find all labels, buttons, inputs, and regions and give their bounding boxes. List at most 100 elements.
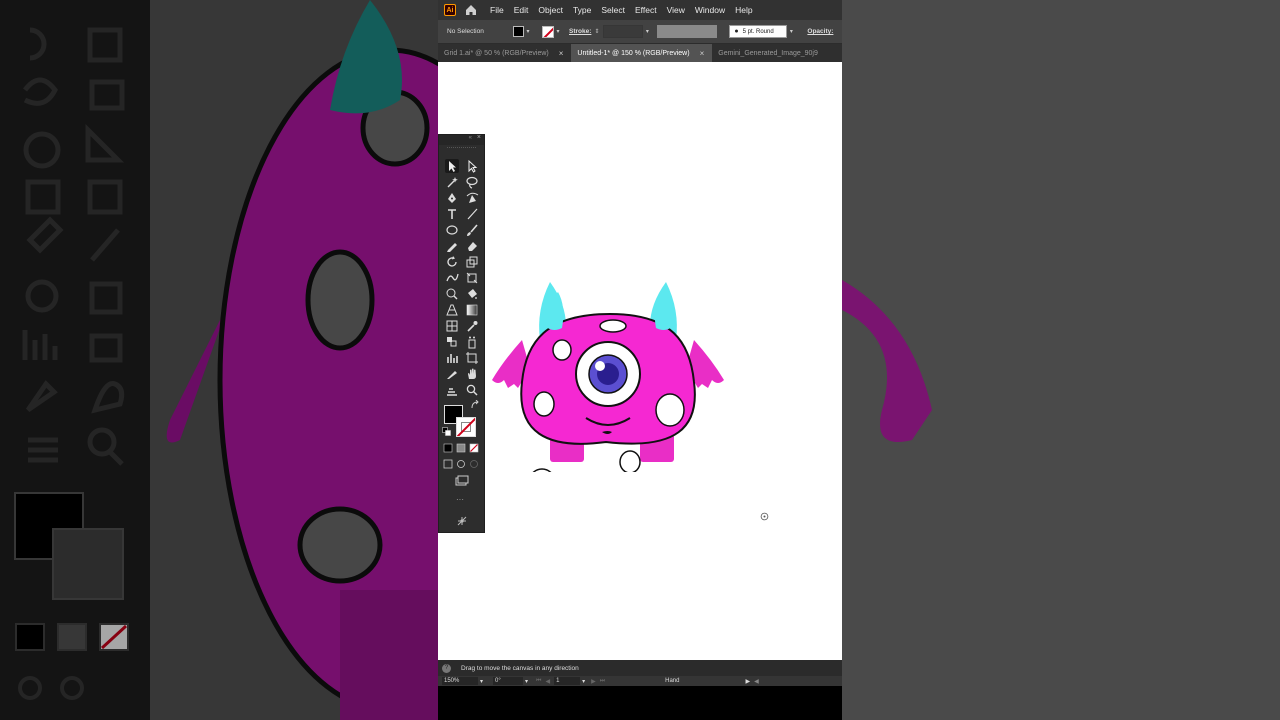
first-artboard-icon[interactable]: ⏮ xyxy=(536,678,541,685)
direct-selection-tool-icon[interactable] xyxy=(465,159,479,173)
document-tabs: Grid 1.ai* @ 50 % (RGB/Preview) × Untitl… xyxy=(438,44,842,62)
rotation-field[interactable]: 0° xyxy=(493,677,524,685)
free-transform-tool-icon[interactable] xyxy=(465,271,479,285)
edit-toolbar-icon[interactable]: ··· xyxy=(456,495,464,504)
panel-grip[interactable] xyxy=(447,147,476,153)
menu-edit[interactable]: Edit xyxy=(514,5,529,15)
color-mode-icon xyxy=(443,443,453,453)
video-frame: Ai File Edit Object Type Select Effect V… xyxy=(0,0,1280,720)
swap-fill-stroke-icon[interactable] xyxy=(470,400,480,410)
type-tool-icon[interactable] xyxy=(445,207,459,221)
tools-panel[interactable]: « × ··· xyxy=(438,134,485,533)
current-tool-name: Hand xyxy=(665,678,680,684)
variable-width-profile[interactable] xyxy=(657,25,718,38)
pencil-tool-icon[interactable] xyxy=(445,239,459,253)
menu-help[interactable]: Help xyxy=(735,5,752,15)
zoom-tool-icon[interactable] xyxy=(465,383,479,397)
warp-tool-icon[interactable] xyxy=(445,271,459,285)
menu-object[interactable]: Object xyxy=(538,5,563,15)
status-bar: ? Drag to move the canvas in any directi… xyxy=(438,660,842,676)
rotation-dropdown-icon[interactable]: ▾ xyxy=(525,678,528,685)
stroke-label[interactable]: Stroke: xyxy=(569,28,591,35)
perspective-grid-tool-icon[interactable] xyxy=(445,303,459,317)
stroke-weight-dropdown-icon[interactable]: ▾ xyxy=(643,26,651,37)
tab-untitled-document[interactable]: Untitled-1* @ 150 % (RGB/Preview) × xyxy=(571,44,713,62)
column-graph-tool-icon[interactable] xyxy=(445,351,459,365)
backdrop-dim xyxy=(0,0,438,720)
artboard-number-field[interactable]: 1 xyxy=(554,677,581,685)
stroke-swatch[interactable] xyxy=(542,25,554,38)
bottom-bar: 150% ▾ 0° ▾ ⏮ ◀ 1 ▾ ▶ ⏭ Hand ▶ ◀ xyxy=(438,676,842,686)
close-icon[interactable]: × xyxy=(477,134,481,141)
line-segment-tool-icon[interactable] xyxy=(465,207,479,221)
stroke-spinner-icon[interactable]: ⇕ xyxy=(594,26,602,38)
scale-tool-icon[interactable] xyxy=(465,255,479,269)
collapse-icon[interactable]: « xyxy=(469,135,472,141)
brush-dot-icon: ● xyxy=(734,28,739,35)
artboard-tool-icon[interactable] xyxy=(465,351,479,365)
curvature-tool-icon[interactable] xyxy=(465,191,479,205)
mesh-tool-icon[interactable] xyxy=(445,319,459,333)
menu-select[interactable]: Select xyxy=(601,5,625,15)
blurred-backdrop-left xyxy=(0,0,438,720)
live-paint-bucket-tool-icon[interactable] xyxy=(465,287,479,301)
next-artboard-icon[interactable]: ▶ xyxy=(591,678,596,685)
brush-definition[interactable]: ● 5 pt. Round xyxy=(729,25,788,38)
hand-tool-icon[interactable] xyxy=(465,367,479,381)
home-icon[interactable] xyxy=(464,3,478,17)
tab-label: Gemini_Generated_Image_90j9 xyxy=(718,49,818,57)
shape-builder-tool-icon[interactable] xyxy=(445,287,459,301)
stroke-dropdown-icon[interactable]: ▾ xyxy=(554,26,562,37)
draw-mode-row[interactable] xyxy=(443,459,481,469)
artboard-canvas[interactable] xyxy=(438,62,842,660)
eraser-tool-icon[interactable] xyxy=(465,239,479,253)
blurred-backdrop-right xyxy=(842,0,1280,720)
fill-dropdown-icon[interactable]: ▾ xyxy=(524,26,532,37)
status-collapse-icon[interactable]: ◀ xyxy=(754,678,759,685)
slice-tool-icon[interactable] xyxy=(445,367,459,381)
eyedropper-tool-icon[interactable] xyxy=(465,319,479,333)
screen-mode-icon[interactable] xyxy=(455,475,469,486)
status-message: Drag to move the canvas in any direction xyxy=(461,664,579,672)
close-icon[interactable]: × xyxy=(559,49,564,58)
stroke-inner-box xyxy=(461,422,471,432)
menu-effect[interactable]: Effect xyxy=(635,5,657,15)
pen-tool-icon[interactable] xyxy=(445,191,459,205)
tab-gemini-document[interactable]: Gemini_Generated_Image_90j9 xyxy=(712,44,818,62)
lasso-tool-icon[interactable] xyxy=(465,175,479,189)
help-icon[interactable]: ? xyxy=(442,663,451,673)
menu-file[interactable]: File xyxy=(490,5,504,15)
monster-illustration[interactable] xyxy=(486,232,734,472)
brush-dropdown-icon[interactable]: ▾ xyxy=(787,26,795,37)
magic-wand-tool-icon[interactable] xyxy=(445,175,459,189)
stroke-color-swatch[interactable] xyxy=(456,417,476,437)
stroke-weight-field[interactable] xyxy=(603,25,644,38)
print-tiling-tool-icon[interactable] xyxy=(445,383,459,397)
ellipse-tool-icon[interactable] xyxy=(445,223,459,237)
blend-tool-icon[interactable] xyxy=(445,335,459,349)
rotate-tool-icon[interactable] xyxy=(445,255,459,269)
zoom-dropdown-icon[interactable]: ▾ xyxy=(480,678,483,685)
opacity-label[interactable]: Opacity: xyxy=(807,28,833,35)
tools-panel-header[interactable]: « × xyxy=(439,134,484,145)
menu-window[interactable]: Window xyxy=(695,5,725,15)
status-expand-icon[interactable]: ▶ xyxy=(745,678,750,685)
puppet-warp-icon[interactable] xyxy=(456,515,468,527)
fill-swatch[interactable] xyxy=(513,26,524,37)
close-icon[interactable]: × xyxy=(700,49,705,58)
illustrator-window: Ai File Edit Object Type Select Effect V… xyxy=(438,0,842,720)
artboard-dropdown-icon[interactable]: ▾ xyxy=(582,678,585,685)
last-artboard-icon[interactable]: ⏭ xyxy=(600,678,605,685)
paintbrush-tool-icon[interactable] xyxy=(465,223,479,237)
tab-grid-document[interactable]: Grid 1.ai* @ 50 % (RGB/Preview) × xyxy=(438,44,571,62)
menu-view[interactable]: View xyxy=(667,5,685,15)
brush-size-label: 5 pt. Round xyxy=(742,28,774,35)
default-colors-icon[interactable] xyxy=(442,427,451,436)
previous-artboard-icon[interactable]: ◀ xyxy=(545,678,550,685)
gradient-tool-icon[interactable] xyxy=(465,303,479,317)
menu-type[interactable]: Type xyxy=(573,5,591,15)
app-logo: Ai xyxy=(444,4,456,16)
zoom-level-field[interactable]: 150% xyxy=(442,677,478,685)
symbol-sprayer-tool-icon[interactable] xyxy=(465,335,479,349)
selection-tool-icon[interactable] xyxy=(445,159,459,173)
